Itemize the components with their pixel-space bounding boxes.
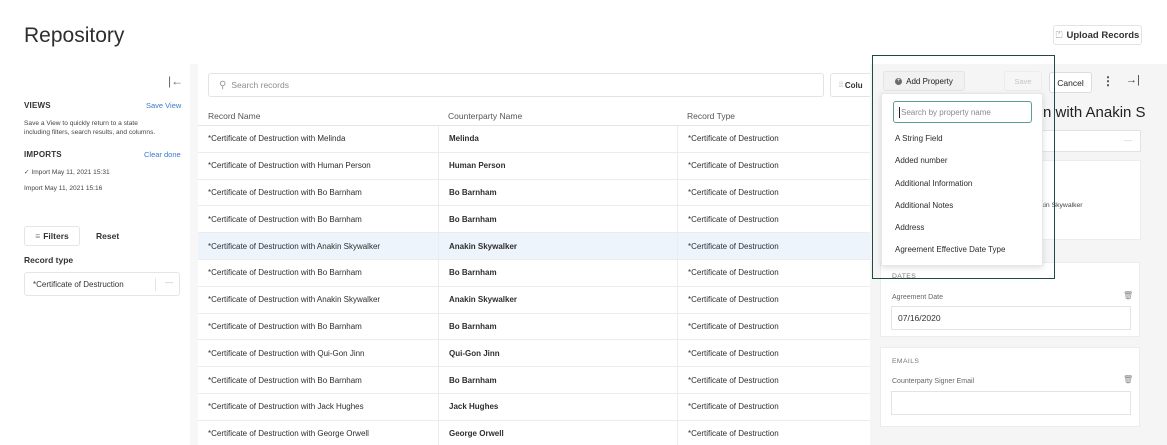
column-header[interactable]: Counterparty Name	[438, 107, 677, 125]
table-row[interactable]: *Certificate of Destruction with Anakin …	[198, 233, 870, 260]
counterparty-cell: Bo Barnham	[438, 259, 677, 286]
column-header[interactable]: Record Name	[198, 107, 438, 125]
record-type-value: *Certificate of Destruction	[33, 279, 124, 289]
page-title: Repository	[24, 24, 125, 47]
counterparty-cell: George Orwell	[438, 420, 677, 445]
record-name-cell: *Certificate of Destruction with Bo Barn…	[208, 321, 362, 331]
record-type-cell: *Certificate of Destruction	[677, 179, 870, 206]
record-name-cell: *Certificate of Destruction with Qui-Gon…	[208, 348, 365, 358]
record-name-cell: *Certificate of Destruction with Bo Barn…	[208, 268, 362, 278]
clear-icon[interactable]: —	[165, 278, 173, 287]
close-panel-icon[interactable]: →|	[1126, 74, 1140, 86]
counterparty-cell: Bo Barnham	[438, 179, 677, 206]
select-divider	[155, 278, 156, 291]
counterparty-cell: Bo Barnham	[438, 313, 677, 340]
table-row[interactable]: *Certificate of Destruction with Bo Barn…	[198, 259, 870, 287]
counterparty-cell: Jack Hughes	[438, 393, 677, 420]
reset-button[interactable]: Reset	[96, 231, 119, 241]
record-type-cell: *Certificate of Destruction	[677, 152, 870, 179]
record-type-cell: *Certificate of Destruction	[677, 126, 870, 152]
signer-email-label: Counterparty Signer Email	[892, 378, 975, 385]
filters-button[interactable]: ≡ Filters	[24, 226, 80, 246]
search-placeholder: Search records	[231, 80, 289, 90]
upload-records-button[interactable]: ⏍ Upload Records	[1053, 25, 1142, 45]
record-type-cell: *Certificate of Destruction	[677, 233, 870, 259]
counterparty-cell: Bo Barnham	[438, 206, 677, 233]
columns-label: Colu	[844, 80, 863, 90]
counterparty-cell: Melinda	[438, 126, 677, 152]
views-title: VIEWS	[24, 101, 51, 110]
record-name-cell: *Certificate of Destruction with Anakin …	[208, 295, 381, 305]
record-name-cell: *Certificate of Destruction with Melinda	[208, 134, 346, 144]
trash-icon[interactable]: 🗑	[1123, 291, 1133, 300]
records-table: Record Name Counterparty Name Record Typ…	[198, 107, 870, 445]
columns-button[interactable]: ⁞⁞ Colu	[830, 73, 870, 97]
table-header: Record Name Counterparty Name Record Typ…	[198, 107, 870, 126]
agreement-date-value: 07/16/2020	[898, 313, 941, 323]
counterparty-cell: Bo Barnham	[438, 367, 677, 393]
table-row[interactable]: *Certificate of Destruction with Human P…	[198, 152, 870, 180]
record-name-cell: *Certificate of Destruction with Jack Hu…	[208, 402, 364, 412]
counterparty-cell: Anakin Skywalker	[438, 233, 677, 259]
counterparty-card	[1041, 160, 1141, 240]
import-item[interactable]: Import May 11, 2021 15:16	[24, 184, 189, 194]
search-records-input[interactable]: ⚲ Search records	[208, 73, 824, 97]
agreement-date-label: Agreement Date	[892, 294, 943, 301]
record-type-cell: *Certificate of Destruction	[677, 367, 870, 393]
columns-icon: ⁞⁞	[839, 81, 843, 89]
table-row[interactable]: *Certificate of Destruction with Qui-Gon…	[198, 340, 870, 368]
record-name-cell: *Certificate of Destruction with Anakin …	[208, 241, 381, 251]
save-view-link[interactable]: Save View	[146, 101, 181, 110]
table-row[interactable]: *Certificate of Destruction with Bo Barn…	[198, 206, 870, 234]
import-item[interactable]: ✓ Import May 11, 2021 15:31	[24, 168, 189, 178]
agreement-date-input[interactable]: 07/16/2020	[891, 306, 1131, 330]
table-row[interactable]: *Certificate of Destruction with Bo Barn…	[198, 367, 870, 394]
record-name-cell: *Certificate of Destruction with Bo Barn…	[208, 187, 362, 197]
more-options-icon[interactable]: ⋮	[1102, 74, 1114, 88]
trash-icon[interactable]: 🗑	[1123, 375, 1133, 384]
views-description-line2: including filters, search results, and c…	[24, 129, 156, 136]
counterparty-cell: Human Person	[438, 152, 677, 179]
filters-label: Filters	[43, 231, 69, 241]
table-row[interactable]: *Certificate of Destruction with Jack Hu…	[198, 393, 870, 421]
record-type-select[interactable]: *Certificate of Destruction —	[24, 272, 180, 296]
record-type-cell: *Certificate of Destruction	[677, 206, 870, 233]
record-type-cell: *Certificate of Destruction	[677, 313, 870, 340]
table-row[interactable]: *Certificate of Destruction with Bo Barn…	[198, 313, 870, 341]
clear-done-link[interactable]: Clear done	[144, 150, 181, 159]
record-type-cell: *Certificate of Destruction	[677, 286, 870, 313]
table-row[interactable]: *Certificate of Destruction with George …	[198, 420, 870, 445]
imports-title: IMPORTS	[24, 150, 62, 159]
table-row[interactable]: *Certificate of Destruction with Bo Barn…	[198, 179, 870, 207]
emails-section-title: EMAILS	[892, 358, 920, 365]
sidebar-divider	[190, 64, 198, 445]
record-name-cell: *Certificate of Destruction with Human P…	[208, 161, 371, 171]
counterparty-cell: Qui-Gon Jinn	[438, 340, 677, 367]
record-type-cell: *Certificate of Destruction	[677, 420, 870, 445]
record-title: n with Anakin S	[1043, 104, 1146, 121]
record-type-label: Record type	[24, 255, 74, 265]
record-name-cell: *Certificate of Destruction with George …	[208, 429, 369, 439]
counterparty-cell: Anakin Skywalker	[438, 286, 677, 313]
upload-icon: ⏍	[1055, 29, 1063, 40]
upload-records-label: Upload Records	[1066, 29, 1140, 41]
field-clear-icon[interactable]: —	[1124, 136, 1132, 145]
column-header[interactable]: Record Type	[677, 107, 870, 125]
signer-email-input[interactable]	[891, 391, 1131, 415]
record-name-cell: *Certificate of Destruction with Bo Barn…	[208, 214, 362, 224]
filter-icon: ≡	[35, 231, 41, 241]
search-icon: ⚲	[219, 79, 227, 91]
record-type-cell: *Certificate of Destruction	[677, 393, 870, 420]
sidebar: |← VIEWS Save View Save a View to quickl…	[0, 64, 190, 445]
record-type-cell: *Certificate of Destruction	[677, 340, 870, 367]
record-name-cell: *Certificate of Destruction with Bo Barn…	[208, 375, 362, 385]
highlight-box	[872, 55, 1055, 279]
collapse-left-icon[interactable]: |←	[168, 74, 183, 88]
cancel-button[interactable]: Cancel	[1049, 72, 1092, 93]
record-type-cell: *Certificate of Destruction	[677, 259, 870, 286]
table-row[interactable]: *Certificate of Destruction with Anakin …	[198, 286, 870, 314]
table-row[interactable]: *Certificate of Destruction with Melinda…	[198, 126, 870, 153]
